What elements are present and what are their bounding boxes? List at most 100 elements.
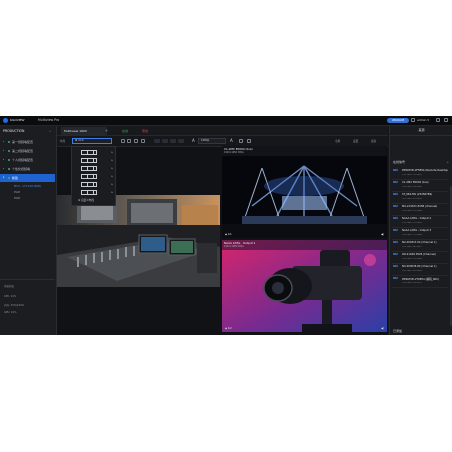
app-title: Multiview Pro [38,118,60,122]
ndi-badge: NDI [393,241,398,244]
source-name: DESKTOP-2F5E04 (Remote Desktop) [402,169,448,172]
preview-tile-console[interactable] [57,195,220,287]
source-name: C1-2MX E0004 (live) [402,181,429,184]
distribute-button[interactable] [178,139,184,143]
sidebar-item-label: 第二视频墙配置 [12,149,34,153]
layout-option[interactable]: ▸ [76,190,114,196]
save-icon[interactable] [127,139,131,143]
tab-multiview[interactable]: Multiview 1600 [61,127,107,135]
preview-tile-stage[interactable]: C1-2MX E0004 (live) 1920×1080 30fps ◉ 1/… [222,146,387,238]
sidebar-sub-item[interactable]: PGM [14,197,20,200]
sidebar-sub-item[interactable]: PGM [14,191,20,194]
divider [0,279,55,280]
align-left-button[interactable] [154,139,160,143]
source-item[interactable]: NDI N2-200313 02 (Channel 1) 192.168.1.8… [392,240,448,252]
settings-icon[interactable] [436,118,440,122]
collapse-sidebar-icon[interactable]: « [49,129,53,133]
align-right-button[interactable] [170,139,176,143]
ndi-badge: NDI [393,253,398,256]
fullscreen-button[interactable]: 全屏 [335,139,340,143]
more-button[interactable]: 更多 [371,139,376,143]
sidebar-item-label: 个人视频墙配置 [12,158,34,162]
source-name: ST_NDI-MS (23456789) [402,193,433,196]
window-menu-icon[interactable] [444,118,448,122]
layout-select[interactable]: ⊞ 4×4 [72,138,112,144]
align-center-button[interactable] [162,139,168,143]
source-address: 192.168.1.82:5969 [402,270,422,272]
sidebar-item-2[interactable]: ▸ 第二视频墙配置 [0,147,55,155]
layout-option[interactable]: ▸ [76,174,114,180]
copy-icon[interactable] [134,139,138,143]
source-item[interactable]: NDI DESKTOP-2T0E04 (编辑_NDI) 192.168.1.90… [392,276,448,288]
memory-stat: 内存: 32%/100% [4,304,25,307]
layout-option[interactable]: ▸ [76,158,114,164]
upgrade-button[interactable]: UPGRADE [387,118,409,123]
system-status-header: 系统状态 [4,285,15,288]
volume-icon[interactable]: ◀) [381,327,384,330]
source-item[interactable]: NDI NAAA k/Mix - Output 2 192.168.1.70:5… [392,216,448,228]
preview-index: ◉ 1/1 [225,233,232,236]
add-tab-button[interactable]: + [105,127,108,135]
user-menu[interactable]: admin ▾ [417,118,429,122]
source-address: 192.168.1.23:5961 [402,174,422,176]
source-address: 192.168.1.61:5964 [402,210,422,212]
chevron-right-icon: ▸ [111,182,113,186]
settings-button[interactable]: 设置 [353,139,358,143]
sidebar-item-4[interactable]: ▸ 个性化视频墙 [0,165,55,173]
tab-online[interactable]: 在线 [119,127,131,135]
source-item[interactable]: NDI NAAA k/Mix - Output 3 192.168.1.71:5… [392,228,448,240]
status-dot-icon [8,168,10,170]
sidebar-item-3[interactable]: ▸ 个人视频墙配置 [0,156,55,164]
mixing-console-image [57,195,220,287]
resolution-select[interactable]: 1080p [198,138,226,144]
custom-layout-option[interactable]: ⚙ 自定义布局 [78,198,94,202]
ndi-badge: NDI [393,265,398,268]
gpu-stat: GPU: 41% [4,311,17,314]
border-icon[interactable] [239,139,243,143]
layout-option[interactable]: ▸ [76,166,114,172]
brand-logo-icon [3,118,8,123]
source-item[interactable]: NDI MX-214321 8258 (channel) 192.168.1.6… [392,204,448,216]
cpu-stat: CPU: 11% [4,295,17,298]
ndi-badge: NDI [393,229,398,232]
tab-offline[interactable]: 离线 [139,127,151,135]
source-item[interactable]: NDI DESKTOP-2F5E04 (Remote Desktop) 192.… [392,168,448,180]
layout-option[interactable]: ▸ [76,182,114,188]
source-item[interactable]: NDI C1-2MX E0004 (live) 192.168.1.45:596… [392,180,448,192]
source-item[interactable]: NDI ST_NDI-MS (23456789) 192.168.1.52:59… [392,192,448,204]
chevron-right-icon: ▸ [111,190,113,194]
preview-tile-camera[interactable]: NAAA k/Mix · Output 1 1920×1080 60fps ◉ … [222,240,387,332]
font-color-icon[interactable]: A [230,138,233,143]
sidebar-item-active[interactable]: ▾ 新建 [0,174,55,182]
preview-resolution: 1920×1080 60fps [224,245,244,248]
source-item[interactable]: NDI DR-21949 0526 (Channel) 192.168.1.81… [392,252,448,264]
sidebar-sub-item[interactable]: MV4 - 1774 00:00(B) [14,185,41,188]
font-size-icon[interactable]: A [192,138,195,143]
main-area: Multiview 1600 + 在线 离线 布局 ⊞ 4×4 A 1080p … [57,126,388,335]
added-sources-header[interactable]: 已添加 [393,329,402,333]
color-fill-icon[interactable] [247,139,251,143]
source-name: DESKTOP-2T0E04 (编辑_NDI) [402,278,439,281]
ndi-badge: NDI [393,181,398,184]
sidebar-item-1[interactable]: ▸ 第一视频墙配置 [0,138,55,146]
tab-bar: Multiview 1600 + 在线 离线 [57,126,388,136]
source-name: NAAA k/Mix - Output 2 [402,217,432,220]
status-dot-icon [8,150,10,152]
add-source-button[interactable]: + [446,160,449,164]
source-address: 192.168.1.45:5962 [402,186,422,188]
chevron-right-icon: ▸ [111,174,113,178]
grid-icon[interactable] [121,139,125,143]
source-name: N2-200313 02 (Channel 1) [402,241,437,244]
refresh-icon[interactable] [141,139,145,143]
notification-icon[interactable] [411,118,415,122]
source-address: 192.168.1.80:5967 [402,246,422,248]
ndi-badge: NDI [393,277,398,280]
layout-grid-icon [81,150,97,155]
layout-option[interactable]: ▸ [76,150,114,156]
volume-icon[interactable]: ◀) [381,233,384,236]
expand-arrow-icon: ▸ [3,158,5,161]
source-item[interactable]: NDI N3-293036 82 (Channel 1) 192.168.1.8… [392,264,448,276]
preview-resolution: 1920×1080 30fps [224,151,244,154]
brand-name: KILOVIEW [10,118,25,122]
sidebar: PRODUCTION « ▸ 第一视频墙配置 ▸ 第二视频墙配置 ▸ 个人视频墙… [0,126,57,335]
